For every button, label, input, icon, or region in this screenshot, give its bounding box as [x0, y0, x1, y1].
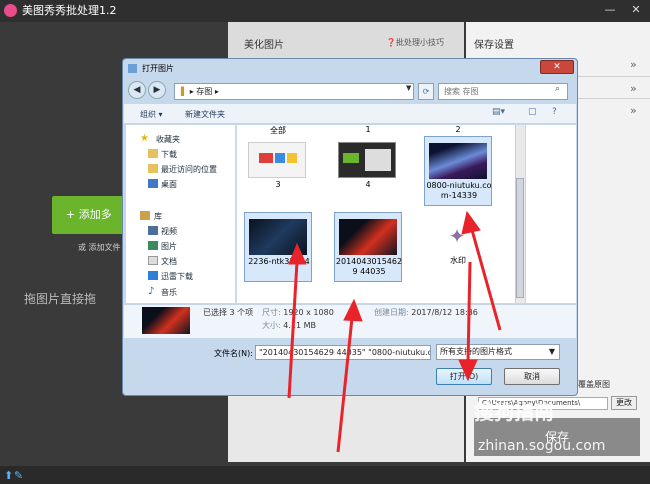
nav-item-videos[interactable]: 视频	[161, 226, 177, 237]
folder-icon	[148, 164, 158, 173]
chevron-right-icon[interactable]: »	[630, 82, 637, 95]
organize-menu[interactable]: 组织 ▾	[140, 109, 163, 120]
dialog-title: 打开图片	[142, 64, 174, 73]
file-name: 3	[275, 180, 281, 189]
cancel-button[interactable]: 取消	[504, 368, 560, 385]
drag-hint: 拖图片直接拖	[24, 292, 97, 306]
file-tile[interactable]: 2236-ntk35834	[244, 212, 312, 282]
chevron-down-icon[interactable]: ▼	[406, 84, 411, 92]
app-title-bar: 美图秀秀批处理1.2	[0, 0, 650, 22]
minimize-button[interactable]: —	[602, 2, 618, 18]
forward-arrow-icon[interactable]: ▶	[148, 81, 166, 99]
scrollbar-thumb[interactable]	[516, 178, 524, 298]
file-thumbnail: ✦	[428, 218, 486, 254]
dialog-app-icon	[128, 64, 137, 73]
address-bar[interactable]: ▌ ▸ 存图 ▸	[174, 83, 414, 100]
close-icon[interactable]: ✕	[628, 2, 644, 18]
nav-item-desktop[interactable]: 桌面	[161, 179, 177, 190]
app-title: 美图秀秀批处理1.2	[22, 4, 117, 17]
nav-item-favorites[interactable]: 收藏夹	[156, 134, 180, 145]
music-icon: ♪	[148, 286, 155, 297]
wrench-icon[interactable]: ✎	[14, 469, 23, 482]
middle-title: 美化图片	[244, 40, 284, 51]
address-path: 存图	[196, 87, 213, 96]
file-tile[interactable]: 4	[334, 136, 402, 206]
nav-item-recent[interactable]: 最近访问的位置	[161, 164, 217, 175]
star-icon: ★	[140, 133, 149, 144]
chevron-right-icon[interactable]: »	[630, 104, 637, 117]
save-cover-label: 覆盖原图	[578, 380, 610, 389]
nav-item-pictures[interactable]: 图片	[161, 241, 177, 252]
file-tile[interactable]: 0800-niutuku.com-14339	[424, 136, 492, 206]
chevron-right-icon[interactable]: »	[630, 58, 637, 71]
chevron-down-icon: ▼	[548, 347, 555, 356]
file-thumbnail	[429, 143, 487, 179]
search-icon[interactable]: ⌕	[555, 84, 560, 94]
selected-preview	[142, 307, 190, 334]
filesize-row: 大小: 4.11 MB	[262, 321, 316, 330]
file-thumbnail	[339, 219, 397, 255]
dialog-close-button[interactable]: ✕	[540, 60, 574, 74]
tips-link[interactable]: ❓批处理小技巧	[386, 37, 444, 48]
bottom-bar	[0, 466, 650, 484]
right-title: 保存设置	[474, 40, 514, 51]
video-icon	[148, 226, 158, 235]
group-label: 2	[455, 125, 461, 134]
nav-item-documents[interactable]: 文档	[161, 256, 177, 267]
created-row: 创建日期: 2017/8/12 18:36	[374, 308, 478, 317]
nav-item-thunder[interactable]: 迅雷下载	[161, 271, 193, 282]
file-name: 水印	[450, 256, 466, 265]
group-label: 1	[365, 125, 371, 134]
file-name: 2236-ntk35834	[248, 257, 310, 266]
document-icon	[148, 256, 158, 265]
file-tile[interactable]: ✦ 水印	[424, 212, 492, 282]
preview-pane-icon[interactable]: ▢	[528, 107, 537, 117]
help-icon[interactable]: ?	[552, 107, 557, 117]
nav-item-downloads[interactable]: 下载	[161, 149, 177, 160]
app-logo-icon	[4, 4, 17, 17]
file-thumbnail	[248, 142, 306, 178]
details-pane	[124, 304, 576, 338]
view-options-icon[interactable]: ▤▾	[492, 107, 505, 117]
filename-input[interactable]: "20140430154629 44035" "0800-niutuku.c	[255, 345, 431, 360]
search-box[interactable]	[438, 83, 568, 100]
watermark-url: zhinan.sogou.com	[478, 438, 606, 454]
file-name: 0800-niutuku.com-14339	[426, 181, 492, 200]
refresh-icon[interactable]: ⟳	[418, 83, 434, 100]
add-hint: 或 添加文件	[78, 243, 121, 252]
folder-icon: ▌	[181, 87, 188, 96]
new-folder-button[interactable]: 新建文件夹	[185, 109, 225, 120]
back-arrow-icon[interactable]: ◀	[128, 81, 146, 99]
desktop-icon	[148, 179, 158, 188]
download-icon	[148, 271, 158, 280]
library-icon	[140, 211, 150, 220]
watermark-text: 搜狗指南	[474, 400, 554, 424]
search-input[interactable]	[439, 84, 549, 99]
filetype-select[interactable]: 所有支持的图片格式 ▼	[436, 344, 560, 360]
file-thumbnail	[338, 142, 396, 178]
size-row: 尺寸: 1920 x 1080	[262, 308, 334, 317]
filename-label: 文件名(N):	[214, 349, 253, 358]
file-name: 4	[365, 180, 371, 189]
group-label: 全部	[270, 126, 286, 135]
nav-item-music[interactable]: 音乐	[161, 287, 177, 298]
file-thumbnail	[249, 219, 307, 255]
open-button[interactable]: 打开(O)	[436, 368, 492, 385]
selected-count: 已选择 3 个项	[203, 308, 254, 317]
file-name: 20140430154629 44035	[335, 257, 403, 276]
change-path-button[interactable]: 更改	[611, 396, 637, 410]
up-icon[interactable]: ⬆	[4, 469, 13, 482]
file-tile[interactable]: 3	[244, 136, 312, 206]
preview-pane	[526, 125, 576, 303]
image-icon	[148, 241, 158, 250]
nav-item-library[interactable]: 库	[154, 211, 162, 222]
file-tile[interactable]: 20140430154629 44035	[334, 212, 402, 282]
folder-icon	[148, 149, 158, 158]
